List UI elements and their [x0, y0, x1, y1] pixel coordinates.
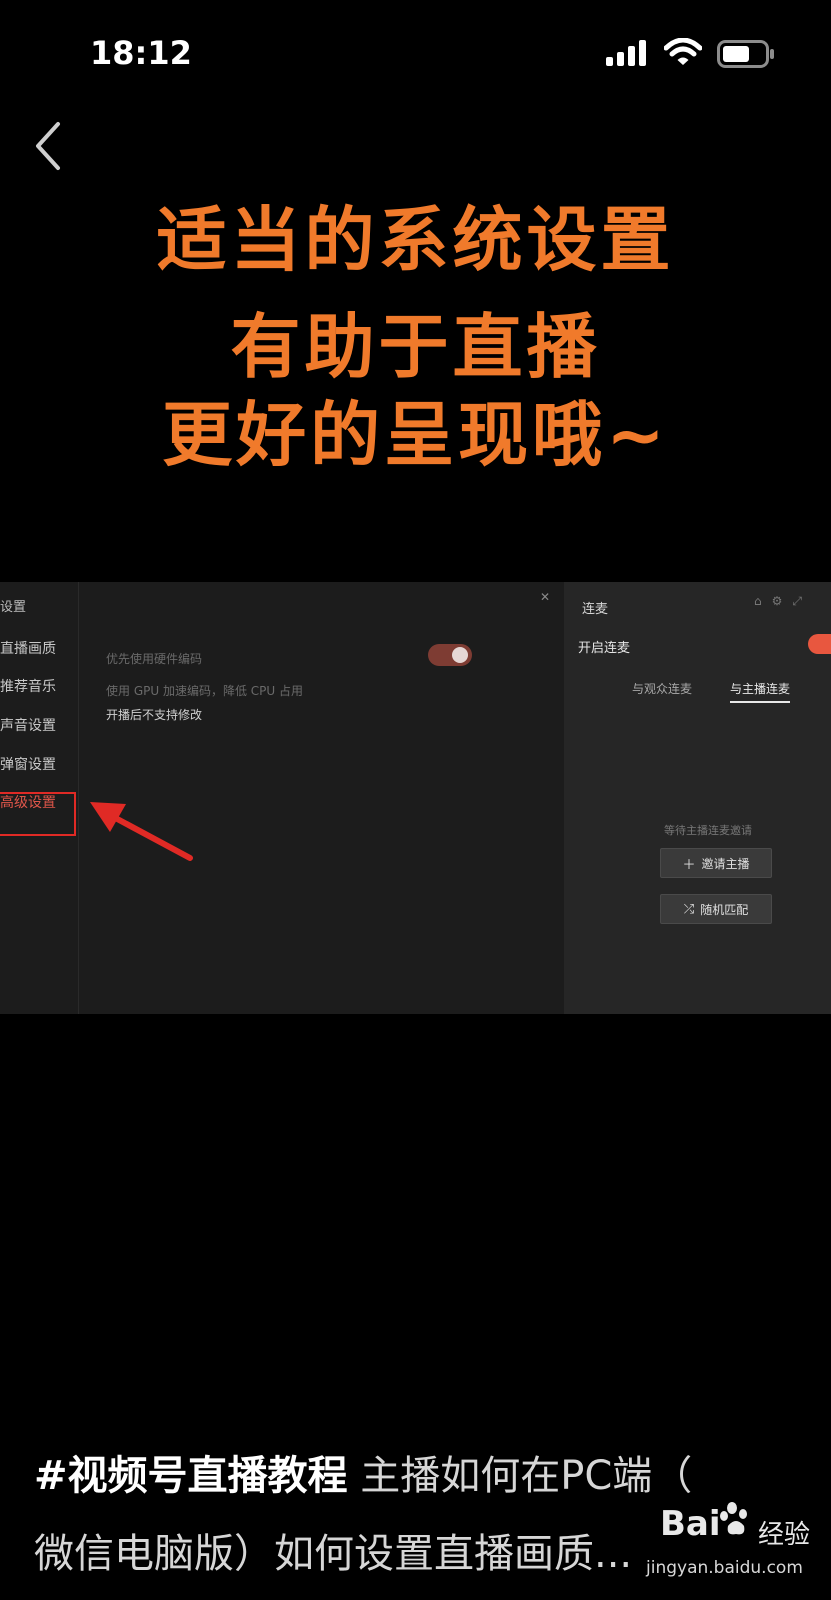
red-arrow-icon	[90, 802, 193, 861]
hardware-encode-description: 使用 GPU 加速编码，降低 CPU 占用	[106, 684, 303, 698]
lianmai-open-label: 开启连麦	[578, 641, 631, 656]
waiting-text: 等待主播连麦邀请	[664, 824, 752, 837]
sidebar-item-quality[interactable]: 直播画质	[0, 638, 56, 658]
popout-icon[interactable]: ⤢	[792, 594, 812, 608]
home-icon[interactable]: ⌂	[754, 594, 772, 608]
hardware-encode-label: 优先使用硬件编码	[106, 652, 203, 666]
tab-audience-lianmai[interactable]: 与观众连麦	[632, 680, 692, 697]
video-caption-line-2[interactable]: 微信电脑版）如何设置直播画质...	[34, 1534, 632, 1574]
settings-title: 设置	[0, 600, 27, 615]
video-headline-line-1: 适当的系统设置	[156, 199, 675, 281]
highlight-box	[0, 792, 76, 836]
lianmai-toggle[interactable]	[808, 634, 831, 654]
plus-icon: ＋	[682, 857, 696, 873]
invite-host-label: 邀请主播	[701, 856, 750, 871]
settings-panel: 设置 直播画质 推荐音乐 声音设置 弹窗设置 高级设置 ✕ 优先使用硬件编码 使…	[0, 582, 564, 1014]
sidebar-item-sound[interactable]: 声音设置	[0, 715, 56, 735]
lianmai-title: 连麦	[582, 602, 609, 617]
hardware-encode-note: 开播后不支持修改	[106, 708, 203, 722]
wifi-icon	[664, 38, 702, 65]
tab-host-lianmai[interactable]: 与主播连麦	[730, 680, 791, 703]
video-headline-line-2: 有助于直播	[230, 306, 601, 388]
lianmai-header-icons: ⌂⚙⤢	[754, 594, 812, 609]
hardware-encode-toggle[interactable]	[428, 644, 472, 666]
settings-icon[interactable]: ⚙	[772, 594, 793, 608]
lianmai-panel: 连麦 ⌂⚙⤢ 开启连麦 与观众连麦 与主播连麦 等待主播连麦邀请 ＋ 邀请主播 ⤮…	[564, 582, 831, 1014]
back-chevron-icon	[36, 122, 60, 170]
signal-icon	[606, 40, 646, 66]
baidu-watermark: Bai 经验 jingyan.baidu.com	[640, 1496, 831, 1600]
video-caption-line-1: #视频号直播教程 主播如何在PC端（	[34, 1456, 692, 1496]
watermark-url: jingyan.baidu.com	[646, 1558, 803, 1578]
sidebar-item-popup[interactable]: 弹窗设置	[0, 754, 56, 774]
baidu-paw-icon	[720, 1502, 747, 1535]
toggle-knob	[452, 647, 468, 663]
status-time: 18:12	[90, 34, 192, 72]
back-button[interactable]	[26, 118, 76, 174]
watermark-suffix: 经验	[758, 1520, 811, 1550]
sidebar-item-music[interactable]: 推荐音乐	[0, 676, 56, 696]
hashtag-link[interactable]: #视频号直播教程	[34, 1453, 348, 1499]
random-match-button[interactable]: ⤮ 随机匹配	[660, 894, 772, 924]
caption-title-part-1: 主播如何在PC端（	[360, 1453, 693, 1499]
close-icon[interactable]: ✕	[540, 590, 550, 604]
random-match-label: 随机匹配	[700, 902, 749, 917]
video-headline-line-3: 更好的呈现哦~	[162, 394, 669, 476]
battery-icon	[717, 40, 774, 68]
video-screen-frame[interactable]: 设置 直播画质 推荐音乐 声音设置 弹窗设置 高级设置 ✕ 优先使用硬件编码 使…	[0, 582, 831, 1014]
invite-host-button[interactable]: ＋ 邀请主播	[660, 848, 772, 878]
shuffle-icon: ⤮	[683, 901, 695, 917]
